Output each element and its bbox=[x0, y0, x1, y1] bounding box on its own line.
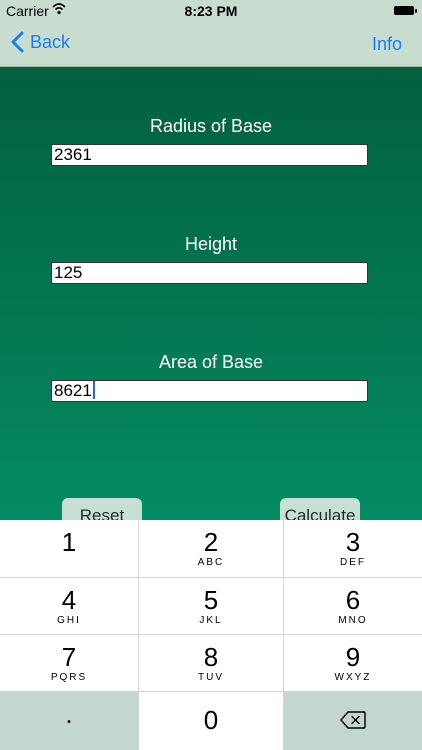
area-input[interactable]: 8621 bbox=[51, 380, 368, 402]
chevron-left-icon bbox=[11, 31, 24, 53]
key-6[interactable]: 6 MNO bbox=[284, 578, 422, 635]
radius-input[interactable]: 2361 bbox=[51, 144, 368, 166]
calculator-form: Radius of Base 2361 Height 125 Area of B… bbox=[0, 67, 422, 532]
height-label: Height bbox=[184, 234, 238, 254]
key-8[interactable]: 8 TUV bbox=[139, 635, 284, 692]
key-9-number: 9 bbox=[345, 642, 361, 672]
key-8-number: 8 bbox=[203, 642, 219, 672]
key-5-number: 5 bbox=[203, 585, 219, 615]
key-5[interactable]: 5 JKL bbox=[139, 578, 284, 635]
text-cursor bbox=[92, 381, 95, 399]
key-3-letters: DEF bbox=[340, 557, 366, 568]
status-bar: Carrier 8:23 PM bbox=[0, 0, 422, 22]
key-9-letters: WXYZ bbox=[334, 672, 372, 683]
status-time: 8:23 PM bbox=[184, 3, 238, 19]
key-4[interactable]: 4 GHI bbox=[0, 578, 139, 635]
key-1[interactable]: 1 bbox=[0, 520, 139, 578]
height-value: 125 bbox=[54, 263, 83, 282]
key-7[interactable]: 7 PQRS bbox=[0, 635, 139, 692]
key-6-number: 6 bbox=[345, 585, 361, 615]
key-8-letters: TUV bbox=[198, 672, 224, 683]
key-4-letters: GHI bbox=[57, 615, 81, 626]
key-5-letters: JKL bbox=[199, 615, 223, 626]
key-3[interactable]: 3 DEF bbox=[284, 520, 422, 578]
key-3-number: 3 bbox=[345, 527, 361, 557]
key-6-letters: MNO bbox=[338, 615, 368, 626]
numeric-keypad: 1 2 ABC 3 DEF 4 GHI 5 JKL 6 MNO 7 PQRS 8… bbox=[0, 520, 422, 750]
back-button[interactable]: Back bbox=[10, 31, 70, 53]
navigation-bar: Back Info bbox=[0, 22, 422, 67]
key-7-letters: PQRS bbox=[50, 672, 88, 683]
back-label: Back bbox=[30, 31, 71, 52]
key-2[interactable]: 2 ABC bbox=[139, 520, 284, 578]
key-2-letters: ABC bbox=[197, 557, 225, 568]
key-decimal[interactable]: . bbox=[0, 692, 139, 750]
height-input[interactable]: 125 bbox=[51, 262, 368, 284]
key-1-number: 1 bbox=[61, 527, 77, 557]
key-0-number: 0 bbox=[203, 705, 219, 735]
area-value: 8621 bbox=[54, 381, 92, 400]
key-0[interactable]: 0 bbox=[139, 692, 284, 750]
area-label: Area of Base bbox=[158, 352, 264, 372]
key-2-number: 2 bbox=[203, 527, 219, 557]
key-9[interactable]: 9 WXYZ bbox=[284, 635, 422, 692]
delete-key[interactable] bbox=[284, 692, 422, 750]
info-button[interactable]: Info bbox=[372, 34, 402, 55]
battery-icon bbox=[394, 6, 417, 15]
key-4-number: 4 bbox=[61, 585, 77, 615]
backspace-icon bbox=[340, 711, 366, 729]
radius-label: Radius of Base bbox=[149, 116, 273, 136]
radius-value: 2361 bbox=[54, 145, 92, 164]
key-decimal-symbol: . bbox=[65, 699, 73, 729]
key-7-number: 7 bbox=[61, 642, 77, 672]
